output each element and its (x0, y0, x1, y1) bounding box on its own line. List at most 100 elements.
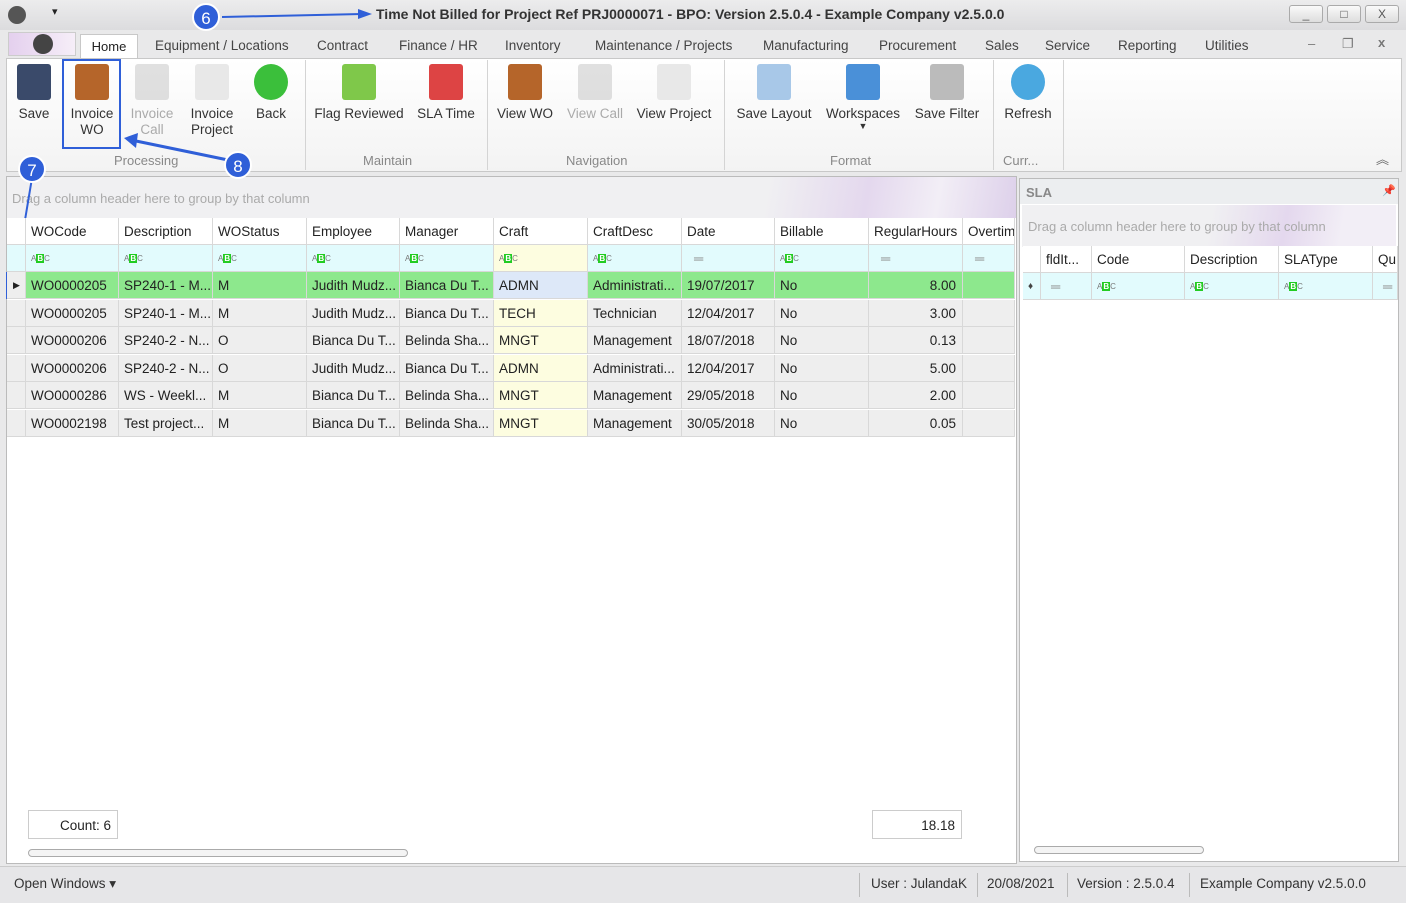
filter-cell-craft[interactable]: ABC (494, 245, 588, 272)
cell-date[interactable]: 29/05/2018 (682, 382, 775, 409)
open-windows-menu[interactable]: Open Windows ▾ (14, 876, 116, 892)
column-header-description[interactable]: Description (119, 218, 213, 245)
filter-cell-wostatus[interactable]: ABC (213, 245, 307, 272)
cell-regularhours[interactable]: 0.13 (869, 327, 963, 354)
column-header-craft[interactable]: Craft (494, 218, 588, 245)
cell-description[interactable]: SP240-2 - N... (119, 327, 213, 354)
save-layout-button[interactable]: Save Layout (732, 60, 816, 122)
cell-manager[interactable]: Belinda Sha... (400, 382, 494, 409)
cell-date[interactable]: 30/05/2018 (682, 409, 775, 437)
tab-procurement[interactable]: Procurement (879, 38, 956, 53)
column-header-manager[interactable]: Manager (400, 218, 494, 245)
cell-billable[interactable]: No (775, 382, 869, 409)
refresh-button[interactable]: Refresh (998, 60, 1058, 122)
cell-employee[interactable]: Judith Mudz... (307, 354, 400, 382)
cell-billable[interactable]: No (775, 299, 869, 327)
sla-column-header-slatype[interactable]: SLAType (1279, 246, 1373, 273)
cell-regularhours[interactable]: 2.00 (869, 382, 963, 409)
cell-wostatus[interactable]: O (213, 327, 307, 354)
workspaces-button[interactable]: Workspaces ▼ (824, 60, 902, 131)
view-project-button[interactable]: View Project (634, 60, 714, 122)
flag-reviewed-button[interactable]: Flag Reviewed (312, 60, 406, 122)
column-header-regularhours[interactable]: RegularHours (869, 218, 963, 245)
tab-inventory[interactable]: Inventory (505, 38, 561, 53)
cell-wostatus[interactable]: M (213, 272, 307, 299)
cell-craft[interactable]: MNGT (494, 382, 588, 409)
cell-description[interactable]: SP240-2 - N... (119, 354, 213, 382)
cell-billable[interactable]: No (775, 327, 869, 354)
cell-date[interactable]: 18/07/2018 (682, 327, 775, 354)
tab-reporting[interactable]: Reporting (1118, 38, 1177, 53)
sla-column-header-fldit[interactable]: fldIt... (1041, 246, 1092, 273)
cell-craftdesc[interactable]: Technician (588, 299, 682, 327)
invoice-project-button[interactable]: Invoice Project (186, 60, 238, 138)
cell-employee[interactable]: Judith Mudz... (307, 299, 400, 327)
view-call-button[interactable]: View Call (564, 60, 626, 122)
filter-cell-billable[interactable]: ABC (775, 245, 869, 272)
cell-overtim[interactable] (963, 354, 1015, 382)
cell-wocode[interactable]: WO0000206 (26, 354, 119, 382)
cell-craftdesc[interactable]: Management (588, 382, 682, 409)
invoice-wo-button[interactable]: Invoice WO (66, 60, 118, 138)
cell-wostatus[interactable]: O (213, 354, 307, 382)
cell-craftdesc[interactable]: Management (588, 409, 682, 437)
cell-date[interactable]: 12/04/2017 (682, 299, 775, 327)
filter-cell-wocode[interactable]: ABC (26, 245, 119, 272)
save-filter-button[interactable]: Save Filter (912, 60, 982, 122)
cell-billable[interactable]: No (775, 409, 869, 437)
sla-filter-cell[interactable]: ═ (1373, 273, 1398, 300)
column-header-wostatus[interactable]: WOStatus (213, 218, 307, 245)
cell-regularhours[interactable]: 5.00 (869, 354, 963, 382)
column-header-date[interactable]: Date (682, 218, 775, 245)
sla-filter-cell[interactable]: ═ (1041, 273, 1092, 300)
save-button[interactable]: Save (14, 60, 54, 122)
filter-cell-regularhours[interactable]: ═ (869, 245, 963, 272)
row-indicator[interactable] (7, 299, 26, 327)
cell-regularhours[interactable]: 0.05 (869, 409, 963, 437)
sla-column-header-description[interactable]: Description (1185, 246, 1279, 273)
cell-wostatus[interactable]: M (213, 382, 307, 409)
tab-contract[interactable]: Contract (317, 38, 368, 53)
sla-filter-cell[interactable]: ABC (1185, 273, 1279, 300)
column-header-billable[interactable]: Billable (775, 218, 869, 245)
filter-cell-overtim[interactable]: ═ (963, 245, 1015, 272)
cell-craft[interactable]: TECH (494, 299, 588, 327)
back-button[interactable]: Back (246, 60, 296, 122)
filter-cell-description[interactable]: ABC (119, 245, 213, 272)
cell-wocode[interactable]: WO0000205 (26, 299, 119, 327)
cell-craft[interactable]: MNGT (494, 327, 588, 354)
cell-overtim[interactable] (963, 299, 1015, 327)
cell-date[interactable]: 19/07/2017 (682, 272, 775, 299)
cell-manager[interactable]: Belinda Sha... (400, 327, 494, 354)
filter-cell-employee[interactable]: ABC (307, 245, 400, 272)
row-indicator[interactable] (7, 327, 26, 354)
horizontal-scrollbar[interactable] (28, 849, 408, 857)
cell-manager[interactable]: Bianca Du T... (400, 272, 494, 299)
view-wo-button[interactable]: View WO (494, 60, 556, 122)
cell-craft[interactable]: MNGT (494, 409, 588, 437)
cell-description[interactable]: WS - Weekl... (119, 382, 213, 409)
cell-description[interactable]: SP240-1 - M... (119, 299, 213, 327)
cell-wocode[interactable]: WO0000206 (26, 327, 119, 354)
cell-craft[interactable]: ADMN (494, 354, 588, 382)
tab-utilities[interactable]: Utilities (1205, 38, 1249, 53)
cell-employee[interactable]: Judith Mudz... (307, 272, 400, 299)
cell-wostatus[interactable]: M (213, 299, 307, 327)
cell-overtim[interactable] (963, 382, 1015, 409)
cell-regularhours[interactable]: 3.00 (869, 299, 963, 327)
invoice-call-button[interactable]: Invoice Call (126, 60, 178, 138)
sla-column-header-qu[interactable]: Qu (1373, 246, 1398, 273)
tab-finance-hr[interactable]: Finance / HR (399, 38, 478, 53)
column-header-wocode[interactable]: WOCode (26, 218, 119, 245)
cell-overtim[interactable] (963, 327, 1015, 354)
cell-regularhours[interactable]: 8.00 (869, 272, 963, 299)
cell-craftdesc[interactable]: Management (588, 327, 682, 354)
cell-wocode[interactable]: WO0000286 (26, 382, 119, 409)
row-indicator[interactable] (7, 382, 26, 409)
filter-cell-manager[interactable]: ABC (400, 245, 494, 272)
filter-cell-date[interactable]: ═ (682, 245, 775, 272)
cell-billable[interactable]: No (775, 272, 869, 299)
tab-maintenance-projects[interactable]: Maintenance / Projects (595, 38, 732, 53)
cell-employee[interactable]: Bianca Du T... (307, 327, 400, 354)
cell-craftdesc[interactable]: Administrati... (588, 354, 682, 382)
